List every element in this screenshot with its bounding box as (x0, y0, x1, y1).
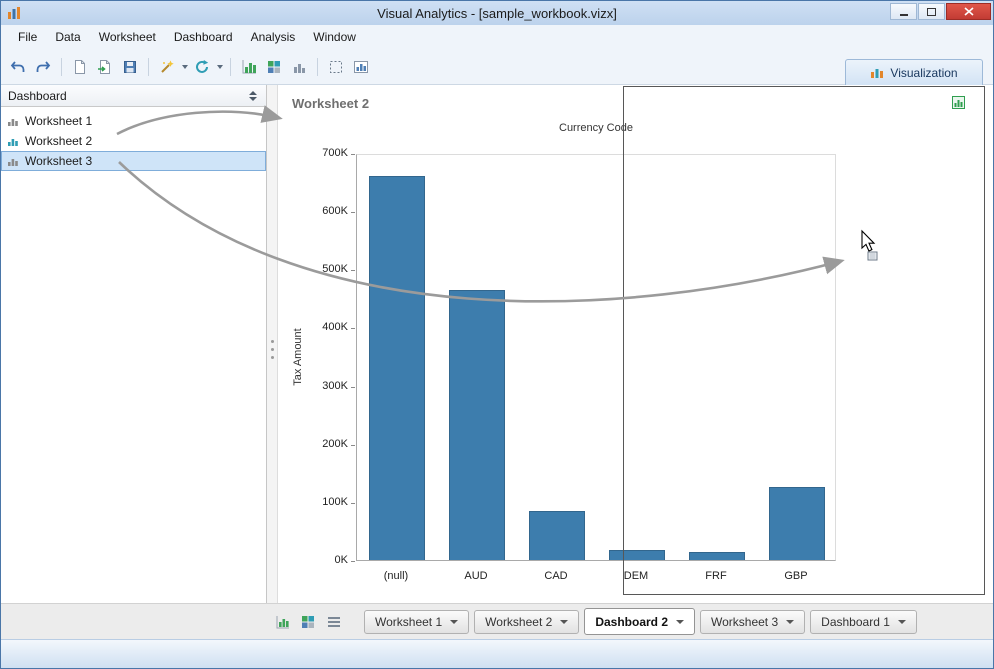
x-tick-label: CAD (544, 570, 568, 582)
menu-dashboard[interactable]: Dashboard (165, 25, 242, 49)
pane-splitter[interactable] (267, 85, 278, 603)
view-switcher (273, 613, 343, 631)
worksheet-list: Worksheet 1 Worksheet 2 Worksheet 3 (1, 107, 266, 171)
title-bar[interactable]: Visual Analytics - [sample_workbook.vizx… (1, 1, 993, 25)
sidebar-item-label: Worksheet 1 (25, 114, 93, 128)
sidebar-header[interactable]: Dashboard (1, 85, 266, 107)
refresh-dropdown-icon[interactable] (217, 64, 223, 69)
insert-table-icon[interactable] (263, 56, 285, 78)
y-tick-label: 100K (322, 495, 348, 508)
selection-icon[interactable] (325, 56, 347, 78)
worksheet-icon (8, 159, 18, 166)
chevron-down-icon[interactable] (676, 619, 684, 624)
bottom-tab-bar: Worksheet 1 Worksheet 2 Dashboard 2 Workshe… (1, 603, 993, 639)
tab-label: Dashboard 1 (821, 614, 890, 629)
y-tick-mark (351, 154, 355, 155)
sidebar-item-worksheet-3[interactable]: Worksheet 3 (1, 151, 266, 171)
new-document-icon[interactable] (69, 56, 91, 78)
tab-worksheet-2[interactable]: Worksheet 2 (474, 609, 580, 634)
app-window: Visual Analytics - [sample_workbook.vizx… (0, 0, 994, 669)
toolbar: Visualization (1, 49, 993, 85)
y-tick-mark (351, 444, 355, 446)
x-tick-label: (null) (383, 570, 409, 582)
y-tick-mark (351, 328, 355, 330)
magic-wand-icon[interactable] (156, 56, 178, 78)
menu-window[interactable]: Window (304, 25, 365, 49)
refresh-icon[interactable] (191, 56, 213, 78)
list-view-icon[interactable] (325, 613, 343, 631)
graph-view-icon[interactable] (273, 613, 291, 631)
x-tick-label: AUD (464, 570, 488, 582)
tab-label: Dashboard 2 (595, 614, 668, 629)
visualization-icon (871, 68, 884, 78)
status-bar (1, 639, 993, 668)
insert-graph-icon[interactable] (238, 56, 260, 78)
y-tick-mark (351, 502, 355, 504)
sidebar-item-label: Worksheet 3 (25, 154, 93, 168)
sidebar-item-label: Worksheet 2 (25, 134, 93, 148)
open-icon[interactable] (94, 56, 116, 78)
drag-preview-rect (623, 86, 985, 595)
toolbar-separator (148, 57, 149, 76)
sheet-tabs: Worksheet 1 Worksheet 2 Dashboard 2 Workshe… (364, 608, 917, 635)
y-tick-label: 300K (322, 379, 348, 392)
tab-worksheet-1[interactable]: Worksheet 1 (364, 609, 470, 634)
y-tick-label: 600K (322, 205, 348, 218)
worksheet-icon (8, 139, 18, 146)
sidebar: Dashboard Worksheet 1 Worksheet 2 Workshee… (1, 85, 267, 603)
tab-label: Worksheet 3 (711, 614, 779, 629)
menu-worksheet[interactable]: Worksheet (90, 25, 165, 49)
maximize-icon[interactable] (918, 3, 945, 20)
bar-aud[interactable] (449, 289, 505, 560)
y-tick-mark (351, 212, 355, 214)
menu-file[interactable]: File (9, 25, 46, 49)
chevron-down-icon[interactable] (786, 619, 795, 624)
redo-icon[interactable] (32, 56, 54, 78)
sort-toggle-icon[interactable] (247, 89, 259, 103)
sidebar-item-worksheet-1[interactable]: Worksheet 1 (1, 111, 266, 131)
tab-dashboard-2[interactable]: Dashboard 2 (584, 608, 695, 635)
visualization-tab-label: Visualization (890, 65, 958, 80)
menu-bar: File Data Worksheet Dashboard Analysis Window (1, 25, 993, 49)
insert-dashboard-icon[interactable] (350, 56, 372, 78)
tab-worksheet-3[interactable]: Worksheet 3 (700, 609, 806, 634)
tab-label: Worksheet 1 (375, 614, 443, 629)
minimize-icon[interactable] (890, 3, 917, 20)
insert-crosstab-icon[interactable] (288, 56, 310, 78)
window-title: Visual Analytics - [sample_workbook.vizx… (377, 5, 617, 21)
toolbar-separator (230, 57, 231, 76)
y-tick-label: 500K (322, 263, 348, 276)
bar-null[interactable] (369, 176, 425, 560)
wand-dropdown-icon[interactable] (182, 64, 188, 69)
toolbar-separator (317, 57, 318, 76)
y-tick-label: 0K (334, 554, 348, 566)
worksheet-panel-title: Worksheet 2 (292, 96, 370, 111)
tab-visualization[interactable]: Visualization (845, 59, 983, 85)
y-tick-mark (351, 561, 355, 562)
tab-label: Worksheet 2 (485, 614, 553, 629)
close-icon[interactable] (946, 3, 991, 20)
menu-analysis[interactable]: Analysis (242, 25, 305, 49)
bar-cad[interactable] (529, 510, 585, 560)
y-tick-mark (351, 386, 355, 388)
chevron-down-icon[interactable] (450, 619, 459, 624)
menu-data[interactable]: Data (46, 25, 89, 49)
y-tick-label: 700K (322, 147, 348, 159)
chevron-down-icon[interactable] (560, 619, 569, 624)
y-tick-label: 200K (322, 437, 348, 450)
sidebar-item-worksheet-2[interactable]: Worksheet 2 (1, 131, 266, 151)
save-icon[interactable] (119, 56, 141, 78)
worksheet-icon (8, 119, 18, 126)
splitter-grip-icon[interactable] (271, 340, 274, 343)
toolbar-separator (61, 57, 62, 76)
y-tick-label: 400K (322, 321, 348, 334)
y-tick-mark (351, 270, 355, 272)
grid-view-icon[interactable] (299, 613, 317, 631)
chevron-down-icon[interactable] (897, 619, 906, 624)
sidebar-header-label: Dashboard (8, 88, 67, 103)
undo-icon[interactable] (7, 56, 29, 78)
tab-dashboard-1[interactable]: Dashboard 1 (810, 609, 917, 634)
